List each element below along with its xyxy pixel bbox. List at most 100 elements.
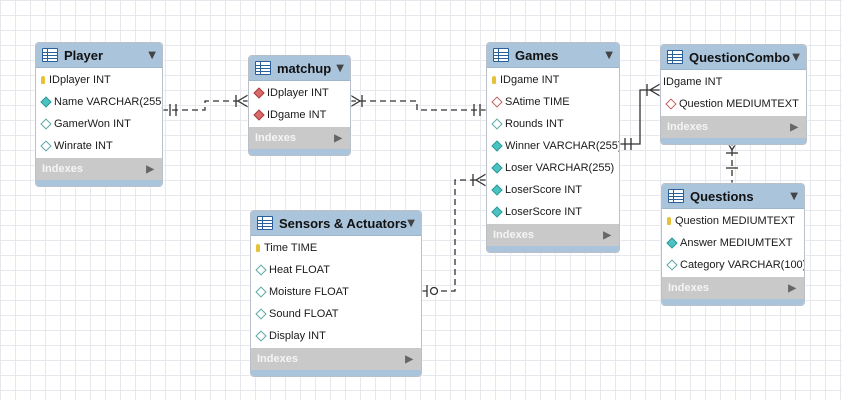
nullable-column-icon (255, 264, 267, 276)
nullable-column-icon (255, 330, 267, 342)
column-label: SAtime TIME (505, 96, 570, 108)
table-games[interactable]: Games ▼ IDgame INT SAtime TIME Rounds IN… (486, 42, 620, 253)
column-row[interactable]: GamerWon INT (36, 113, 162, 135)
column-label: IDgame INT (500, 74, 560, 86)
indexes-section[interactable]: Indexes ▶ (487, 224, 619, 246)
table-icon (257, 216, 273, 230)
column-row[interactable]: IDgame INT (661, 71, 806, 93)
indexes-label: Indexes (257, 353, 298, 365)
column-row[interactable]: Question MEDIUMTEXT (661, 93, 806, 115)
table-footer (251, 370, 421, 376)
column-row[interactable]: Winrate INT (36, 135, 162, 157)
table-header[interactable]: Games ▼ (487, 43, 619, 68)
column-label: Time TIME (264, 242, 318, 254)
indexes-section[interactable]: Indexes ▶ (662, 277, 804, 299)
column-row[interactable]: Display INT (251, 325, 421, 347)
primary-key-icon (41, 76, 45, 84)
collapse-chevron-icon[interactable]: ▼ (605, 50, 613, 61)
column-row[interactable]: Winner VARCHAR(255) (487, 135, 619, 157)
table-icon (668, 189, 684, 203)
column-label: LoserScore INT (505, 184, 583, 196)
relationship-games-questioncombo[interactable] (619, 89, 660, 145)
column-row[interactable]: IDplayer INT (249, 82, 350, 104)
collapse-chevron-icon[interactable]: ▼ (336, 63, 344, 74)
table-footer (249, 149, 350, 155)
indexes-label: Indexes (667, 121, 708, 133)
table-questioncombo[interactable]: QuestionCombo ▼ IDgame INT Question MEDI… (660, 44, 807, 145)
column-row[interactable]: IDplayer INT (36, 69, 162, 91)
relationship-games-matchup[interactable] (350, 100, 486, 111)
not-null-column-icon (491, 206, 503, 218)
indexes-label: Indexes (493, 229, 534, 241)
table-title: Games (515, 47, 559, 63)
column-row[interactable]: IDgame INT (487, 69, 619, 91)
table-sensors-actuators[interactable]: Sensors & Actuators ▼ Time TIME Heat FLO… (250, 210, 422, 377)
table-player[interactable]: Player ▼ IDplayer INT Name VARCHAR(255) … (35, 42, 163, 187)
table-title: QuestionCombo (689, 49, 791, 65)
table-icon (255, 61, 271, 75)
column-label: IDgame INT (663, 76, 723, 88)
column-row[interactable]: LoserScore INT (487, 201, 619, 223)
expand-arrow-icon[interactable]: ▶ (788, 283, 796, 294)
column-row[interactable]: Question MEDIUMTEXT (662, 210, 804, 232)
column-row[interactable]: Sound FLOAT (251, 303, 421, 325)
table-header[interactable]: Player ▼ (36, 43, 162, 68)
table-matchup[interactable]: matchup ▼ IDplayer INT IDgame INT Indexe… (248, 55, 351, 156)
column-row[interactable]: Rounds INT (487, 113, 619, 135)
column-label: Category VARCHAR(100) (680, 259, 805, 271)
er-diagram-canvas[interactable]: Player ▼ IDplayer INT Name VARCHAR(255) … (0, 0, 842, 400)
collapse-chevron-icon[interactable]: ▼ (792, 52, 800, 63)
table-icon (493, 48, 509, 62)
primary-key-icon (256, 244, 260, 252)
indexes-label: Indexes (255, 132, 296, 144)
table-header[interactable]: QuestionCombo ▼ (661, 45, 806, 70)
column-row[interactable]: Heat FLOAT (251, 259, 421, 281)
expand-arrow-icon[interactable]: ▶ (405, 354, 413, 365)
not-null-column-icon (666, 237, 678, 249)
column-row[interactable]: Category VARCHAR(100) (662, 254, 804, 276)
column-row[interactable]: Answer MEDIUMTEXT (662, 232, 804, 254)
column-row[interactable]: Name VARCHAR(255) (36, 91, 162, 113)
table-header[interactable]: Questions ▼ (662, 184, 804, 209)
collapse-chevron-icon[interactable]: ▼ (790, 191, 798, 202)
nullable-column-icon (255, 286, 267, 298)
nullable-foreign-key-column-icon (491, 96, 503, 108)
table-title: Player (64, 47, 104, 63)
column-row[interactable]: Moisture FLOAT (251, 281, 421, 303)
column-label: Rounds INT (505, 118, 564, 130)
indexes-section[interactable]: Indexes ▶ (251, 348, 421, 370)
not-null-column-icon (491, 184, 503, 196)
table-questions[interactable]: Questions ▼ Question MEDIUMTEXT Answer M… (661, 183, 805, 306)
nullable-column-icon (40, 118, 52, 130)
indexes-section[interactable]: Indexes ▶ (249, 127, 350, 149)
collapse-chevron-icon[interactable]: ▼ (407, 218, 415, 229)
column-label: Name VARCHAR(255) (54, 96, 163, 108)
table-footer (487, 246, 619, 252)
indexes-section[interactable]: Indexes ▶ (661, 116, 806, 138)
relationship-player-matchup[interactable] (162, 100, 248, 111)
column-row[interactable]: IDgame INT (249, 104, 350, 126)
indexes-section[interactable]: Indexes ▶ (36, 158, 162, 180)
column-label: LoserScore INT (505, 206, 583, 218)
column-label: Question MEDIUMTEXT (675, 215, 795, 227)
table-icon (667, 50, 683, 64)
column-label: GamerWon INT (54, 118, 131, 130)
relationship-sensors-games[interactable] (421, 179, 486, 292)
expand-arrow-icon[interactable]: ▶ (603, 230, 611, 241)
column-row[interactable]: SAtime TIME (487, 91, 619, 113)
table-header[interactable]: matchup ▼ (249, 56, 350, 81)
column-row[interactable]: Time TIME (251, 237, 421, 259)
expand-arrow-icon[interactable]: ▶ (790, 122, 798, 133)
table-title: matchup (277, 60, 332, 76)
column-row[interactable]: LoserScore INT (487, 179, 619, 201)
column-label: Heat FLOAT (269, 264, 330, 276)
nullable-column-icon (666, 259, 678, 271)
table-header[interactable]: Sensors & Actuators ▼ (251, 211, 421, 236)
expand-arrow-icon[interactable]: ▶ (334, 133, 342, 144)
expand-arrow-icon[interactable]: ▶ (146, 164, 154, 175)
column-row[interactable]: Loser VARCHAR(255) (487, 157, 619, 179)
not-null-column-icon (40, 96, 52, 108)
nullable-column-icon (255, 308, 267, 320)
table-icon (42, 48, 58, 62)
collapse-chevron-icon[interactable]: ▼ (148, 50, 156, 61)
